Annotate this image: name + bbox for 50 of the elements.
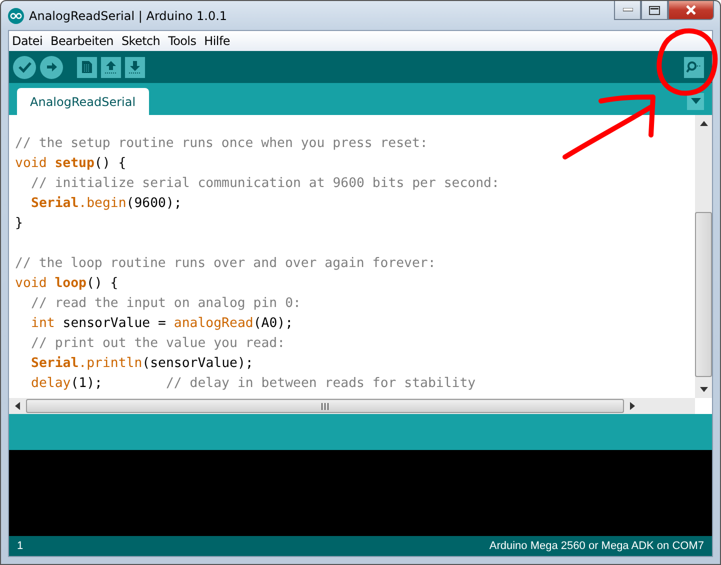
vertical-scrollbar[interactable] bbox=[695, 115, 712, 398]
line-number: 1 bbox=[17, 540, 24, 552]
code-line: int sensorValue = analogRead(A0); bbox=[30, 315, 294, 333]
minimize-icon bbox=[622, 8, 632, 12]
menu-item[interactable]: Hilfe bbox=[204, 34, 230, 48]
up-arrow-icon bbox=[104, 60, 118, 74]
code-line: Serial.println(sensorValue); bbox=[30, 355, 254, 373]
code-line: // the setup routine runs once when you press reset: bbox=[15, 135, 429, 153]
caret-icon bbox=[690, 98, 700, 104]
minimize-button[interactable] bbox=[614, 1, 641, 20]
down-arrow-icon bbox=[128, 60, 142, 74]
code-line: // read the input on analog pin 0: bbox=[30, 295, 302, 313]
code-line: // the loop routine runs over and over again forever: bbox=[15, 255, 437, 273]
menu-item[interactable]: Tools bbox=[168, 34, 196, 48]
close-button[interactable] bbox=[668, 1, 714, 20]
maximize-button[interactable] bbox=[641, 1, 668, 20]
scroll-left-icon bbox=[15, 402, 20, 410]
grip-icon bbox=[321, 402, 329, 410]
scroll-down-icon bbox=[700, 387, 708, 392]
code-line: // print out the value you read: bbox=[30, 335, 286, 353]
upload-button[interactable] bbox=[40, 56, 63, 78]
window-title: AnalogReadSerial | Arduino 1.0.1 bbox=[29, 8, 228, 22]
maximize-icon bbox=[649, 6, 660, 14]
editor-tab[interactable]: AnalogReadSerial bbox=[17, 88, 149, 115]
open-button[interactable] bbox=[101, 56, 121, 78]
code-line: Serial.begin(9600); bbox=[30, 195, 183, 213]
code-line: void setup() { bbox=[15, 155, 128, 173]
horizontal-scrollbar[interactable] bbox=[9, 398, 695, 414]
checkmark-icon bbox=[18, 61, 32, 73]
scroll-right-icon bbox=[630, 402, 635, 410]
menu-item[interactable]: Bearbeiten bbox=[50, 34, 114, 48]
save-button[interactable] bbox=[125, 56, 145, 78]
code-line: void loop() { bbox=[15, 275, 120, 293]
code-line: delay(1); // delay in between reads for stability bbox=[30, 375, 477, 393]
tab-menu-button[interactable] bbox=[687, 92, 704, 110]
app-logo-icon bbox=[8, 8, 24, 24]
menu-item[interactable]: Sketch bbox=[121, 34, 160, 48]
code-line: // initialize serial communication at 9600 bits per second: bbox=[30, 175, 500, 193]
scroll-up-icon bbox=[700, 121, 708, 126]
new-button[interactable] bbox=[77, 56, 97, 78]
document-icon bbox=[81, 60, 93, 74]
menu-item[interactable]: Datei bbox=[12, 34, 43, 48]
right-arrow-icon bbox=[46, 61, 58, 73]
board-info: Arduino Mega 2560 or Mega ADK on COM7 bbox=[489, 540, 704, 552]
code-line: } bbox=[15, 215, 24, 233]
close-icon bbox=[685, 5, 697, 15]
magnifier-icon bbox=[686, 60, 702, 74]
serial-monitor-button[interactable] bbox=[684, 56, 704, 78]
circle-annotation bbox=[656, 28, 718, 96]
verify-button[interactable] bbox=[13, 56, 36, 78]
